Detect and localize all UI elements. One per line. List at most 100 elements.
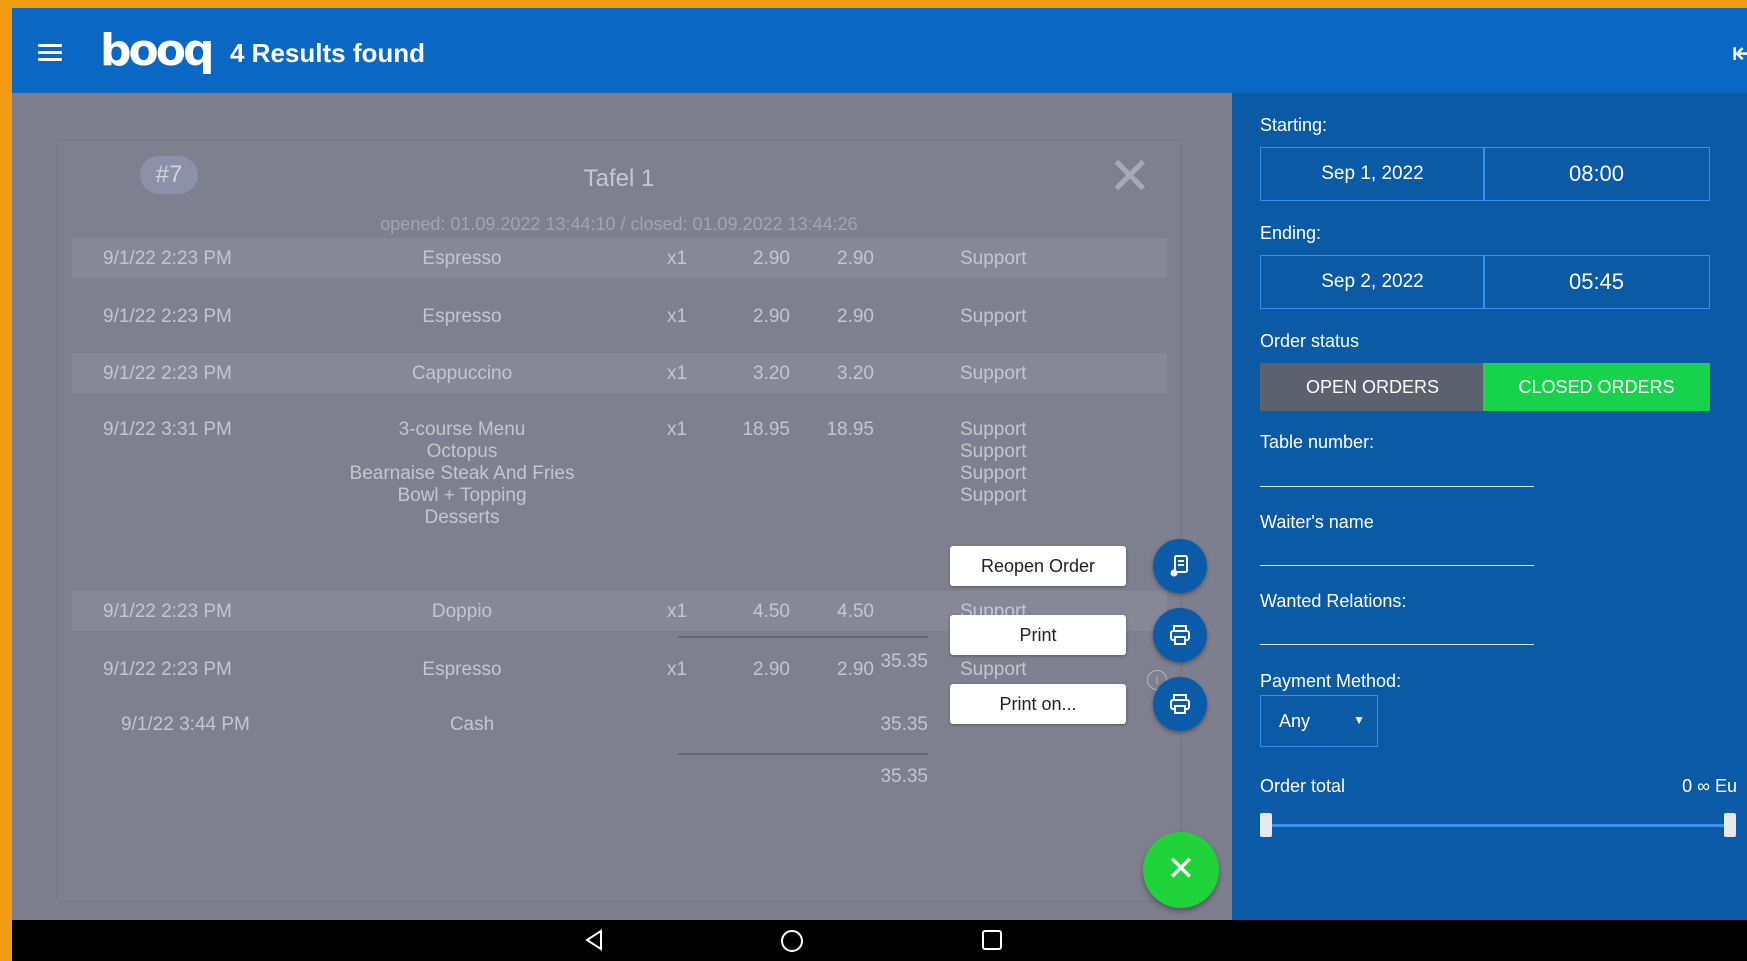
line-price: 2.90 — [753, 306, 790, 327]
line-qty: x1 — [667, 363, 688, 384]
order-line-row[interactable]: 9/1/22 2:23 PM Cappuccino x1 3.20 3.20 Suppor… — [72, 353, 1167, 393]
line-items: Espresso — [312, 306, 612, 328]
line-user-name: Support — [960, 659, 1027, 680]
line-qty: x1 — [667, 601, 688, 622]
line-price: 4.50 — [753, 601, 790, 622]
android-navigation-bar — [12, 920, 1747, 961]
line-items: 3-course Menu Octopus Bearnaise Steak And … — [312, 419, 612, 529]
order-total-max-handle[interactable] — [1724, 813, 1736, 837]
starting-date-field[interactable]: Sep 1, 2022 — [1260, 147, 1485, 201]
ending-time-field[interactable]: 05:45 — [1483, 255, 1710, 309]
closed-orders-toggle[interactable]: CLOSED ORDERS — [1483, 363, 1710, 411]
line-items: Espresso — [312, 248, 612, 270]
line-total: 2.90 — [837, 248, 874, 269]
reopen-order-fab[interactable] — [1153, 539, 1207, 593]
printer-icon — [1170, 625, 1190, 645]
ending-date-field[interactable]: Sep 2, 2022 — [1260, 255, 1485, 309]
wanted-relations-input[interactable] — [1260, 616, 1534, 645]
app-frame: booq 4 Results found ⇤ #7 Tafel 1 opened… — [12, 8, 1747, 953]
line-time: 9/1/22 2:23 PM — [103, 306, 232, 327]
grand-total-amount: 35.35 — [880, 766, 928, 787]
total-divider — [678, 753, 928, 755]
subtotal-divider — [678, 636, 928, 638]
waiter-name-input[interactable] — [1260, 537, 1534, 566]
starting-time-field[interactable]: 08:00 — [1483, 147, 1710, 201]
dropdown-arrow-icon: ▼ — [1353, 713, 1365, 727]
table-number-label: Table number: — [1260, 432, 1375, 452]
order-total-min-handle[interactable] — [1260, 813, 1272, 837]
waiter-name-label: Waiter's name — [1260, 512, 1374, 532]
close-speed-dial-fab[interactable]: ✕ — [1143, 832, 1219, 908]
print-button[interactable]: Print — [950, 615, 1126, 655]
line-item-name: Bowl + Topping — [397, 485, 527, 506]
line-users: Support — [960, 306, 1027, 328]
table-number-input[interactable] — [1260, 458, 1534, 487]
line-item-name: Octopus — [426, 441, 498, 462]
line-price: 18.95 — [742, 419, 790, 440]
line-time: 9/1/22 2:23 PM — [103, 601, 232, 622]
line-total: 18.95 — [826, 419, 874, 440]
top-app-bar: booq 4 Results found ⇤ — [12, 8, 1747, 93]
line-item-name: Bearnaise Steak And Fries — [349, 463, 575, 484]
line-time: 9/1/22 2:23 PM — [103, 248, 232, 269]
line-total: 4.50 — [837, 601, 874, 622]
line-user-name: Support — [960, 463, 1027, 484]
line-users: Support — [960, 248, 1027, 270]
order-line-row[interactable]: 9/1/22 2:23 PM Espresso x1 2.90 2.90 Support — [72, 296, 1167, 336]
line-item-name: Espresso — [422, 248, 502, 269]
line-qty: x1 — [667, 419, 688, 440]
order-opened-closed-times: opened: 01.09.2022 13:44:10 / closed: 01… — [380, 214, 858, 234]
line-item-name: Espresso — [422, 659, 502, 680]
line-time: 9/1/22 2:23 PM — [103, 659, 232, 680]
line-qty: x1 — [667, 248, 688, 269]
line-users: Support — [960, 363, 1027, 385]
payment-amount: 35.35 — [880, 714, 928, 735]
line-user-name: Support — [960, 363, 1027, 384]
line-price: 2.90 — [753, 659, 790, 680]
reopen-order-button[interactable]: Reopen Order — [950, 546, 1126, 586]
line-total: 3.20 — [837, 363, 874, 384]
order-line-row[interactable]: 9/1/22 3:31 PM 3-course Menu Octopus Bearna… — [72, 409, 1167, 559]
wanted-relations-label: Wanted Relations: — [1260, 591, 1407, 611]
payment-method-value: Any — [1279, 711, 1311, 731]
line-price: 3.20 — [753, 363, 790, 384]
order-total-slider-track[interactable] — [1264, 824, 1727, 827]
print-on-button[interactable]: Print on... — [950, 684, 1126, 724]
line-item-name: Espresso — [422, 306, 502, 327]
order-total-range-value: 0 ∞ Eu — [1682, 776, 1737, 796]
line-user-name: Support — [960, 306, 1027, 327]
line-user-name: Support — [960, 419, 1027, 440]
logout-arrow-icon[interactable]: ⇤ — [1732, 36, 1747, 71]
payment-method: Cash — [449, 714, 495, 735]
payment-method-select[interactable]: Any ▼ — [1260, 695, 1378, 747]
home-circle-icon[interactable] — [779, 928, 805, 954]
recents-square-icon[interactable] — [980, 928, 1004, 952]
line-items: Doppio — [312, 601, 612, 623]
line-price: 2.90 — [753, 248, 790, 269]
hamburger-menu-icon[interactable] — [38, 44, 62, 62]
print-fab[interactable] — [1153, 608, 1207, 662]
table-name: Tafel 1 — [583, 165, 655, 192]
line-items: Espresso — [312, 659, 612, 681]
close-icon[interactable]: ✕ — [1108, 151, 1152, 203]
back-triangle-icon[interactable] — [582, 928, 606, 952]
printer-icon — [1170, 694, 1190, 714]
order-line-row[interactable]: 9/1/22 2:23 PM Espresso x1 2.90 2.90 Support — [72, 649, 1167, 689]
line-item-name: Doppio — [431, 601, 493, 622]
line-user-name: Support — [960, 441, 1027, 462]
line-item-name: Desserts — [424, 507, 500, 528]
open-orders-toggle[interactable]: OPEN ORDERS — [1260, 363, 1485, 411]
booq-logo: booq — [100, 25, 214, 76]
line-user-name: Support — [960, 485, 1027, 506]
line-item-name: Cappuccino — [411, 363, 513, 384]
print-on-fab[interactable] — [1153, 677, 1207, 731]
line-item-name: 3-course Menu — [398, 419, 526, 440]
filter-panel: Starting: Sep 1, 2022 08:00 Ending: Sep … — [1232, 93, 1747, 928]
line-time: 9/1/22 2:23 PM — [103, 363, 232, 384]
order-line-row[interactable]: 9/1/22 2:23 PM Espresso x1 2.90 2.90 Support — [72, 238, 1167, 278]
starting-label: Starting: — [1260, 115, 1328, 135]
line-time: 9/1/22 3:31 PM — [103, 419, 232, 440]
order-detail-card: #7 Tafel 1 opened: 01.09.2022 13:44:10 /… — [58, 141, 1180, 901]
line-users: Support — [960, 659, 1027, 681]
receipt-icon — [1170, 555, 1188, 577]
